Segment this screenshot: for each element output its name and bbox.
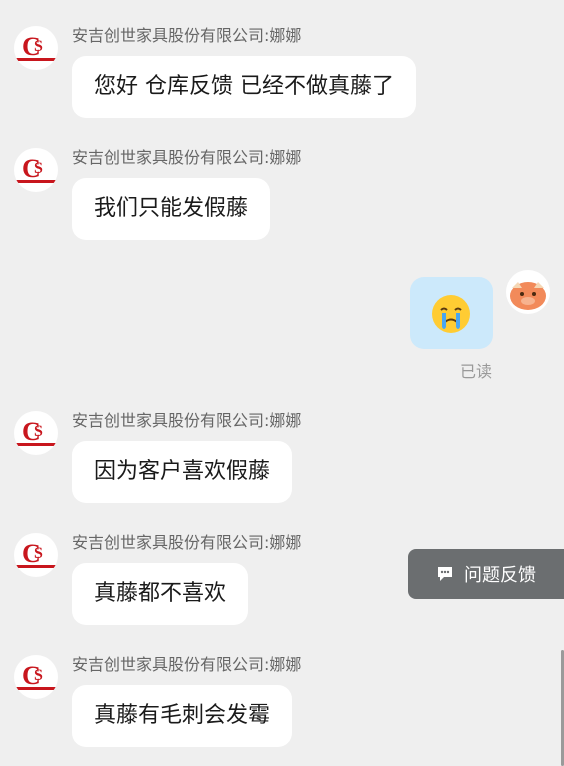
svg-text:S: S: [34, 160, 43, 177]
user-avatar[interactable]: [506, 270, 550, 314]
message-row: C S 安吉创世家具股份有限公司:娜娜 真藤有毛刺会发霉: [0, 655, 564, 751]
company-logo-avatar[interactable]: C S: [14, 148, 58, 192]
company-logo-avatar[interactable]: C S: [14, 411, 58, 455]
message-bubble[interactable]: 真藤都不喜欢: [72, 563, 249, 625]
chat-bubble-icon: [438, 567, 452, 581]
feedback-button[interactable]: 问题反馈: [408, 549, 564, 599]
message-bubble[interactable]: 您好 仓库反馈 已经不做真藤了: [72, 56, 416, 118]
sender-name: 安吉创世家具股份有限公司:娜娜: [72, 533, 302, 552]
message-bubble[interactable]: 因为客户喜欢假藤: [72, 441, 293, 503]
sender-name: 安吉创世家具股份有限公司:娜娜: [72, 26, 302, 45]
sender-name: 安吉创世家具股份有限公司:娜娜: [72, 411, 302, 430]
my-message-bubble[interactable]: [410, 277, 493, 349]
my-message-row: 已读: [0, 270, 564, 390]
company-logo-avatar[interactable]: C S: [14, 533, 58, 577]
company-logo-avatar[interactable]: C S: [14, 26, 58, 70]
svg-text:S: S: [34, 667, 43, 684]
message-bubble[interactable]: 我们只能发假藤: [72, 178, 271, 240]
company-logo-avatar[interactable]: C S: [14, 655, 58, 699]
message-row: C S 安吉创世家具股份有限公司:娜娜 因为客户喜欢假藤: [0, 411, 564, 507]
crying-face-emoji-icon: [432, 295, 470, 333]
svg-text:S: S: [34, 38, 43, 55]
read-status: 已读: [460, 362, 493, 381]
svg-text:S: S: [34, 545, 43, 562]
message-row: C S 安吉创世家具股份有限公司:娜娜 我们只能发假藤: [0, 148, 564, 244]
sender-name: 安吉创世家具股份有限公司:娜娜: [72, 655, 302, 674]
feedback-label: 问题反馈: [464, 565, 536, 586]
message-bubble[interactable]: 真藤有毛刺会发霉: [72, 685, 293, 747]
svg-text:S: S: [34, 423, 43, 440]
sender-name: 安吉创世家具股份有限公司:娜娜: [72, 148, 302, 167]
message-row: C S 安吉创世家具股份有限公司:娜娜 您好 仓库反馈 已经不做真藤了: [0, 26, 564, 122]
